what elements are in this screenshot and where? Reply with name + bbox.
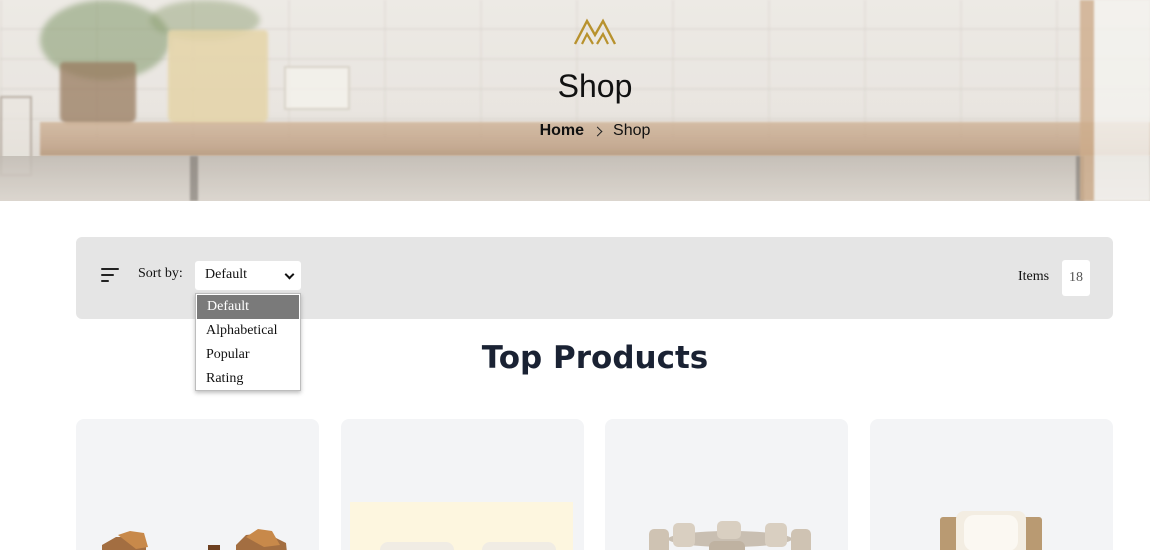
sort-selected-value: Default	[205, 267, 247, 282]
sort-option-default[interactable]: Default	[197, 295, 299, 319]
sort-label: Sort by:	[138, 266, 183, 281]
breadcrumb: Home Shop	[0, 122, 1150, 140]
chevron-right-icon	[592, 126, 603, 136]
sort-option-popular[interactable]: Popular	[196, 343, 300, 367]
product-card[interactable]	[870, 419, 1113, 550]
brand-logo-icon[interactable]	[573, 18, 617, 46]
items-per-page-input[interactable]: 18	[1062, 260, 1090, 296]
product-card[interactable]	[76, 419, 319, 550]
breadcrumb-home-link[interactable]: Home	[540, 122, 584, 140]
sort-option-alphabetical[interactable]: Alphabetical	[196, 319, 300, 343]
section-title: Top Products	[481, 340, 709, 376]
filter-icon[interactable]	[101, 268, 119, 282]
sort-dropdown-menu: Default Alphabetical Popular Rating	[195, 293, 301, 391]
items-label: Items	[1018, 269, 1050, 284]
dining-set-image	[649, 521, 811, 550]
wooden-chairs-image	[102, 529, 287, 550]
product-card[interactable]	[341, 419, 584, 550]
chevron-down-icon	[284, 269, 295, 280]
cushion-chair-image	[940, 511, 1042, 550]
breadcrumb-current: Shop	[613, 122, 651, 139]
product-card[interactable]	[605, 419, 848, 550]
sofa-image	[350, 502, 573, 550]
sort-option-rating[interactable]: Rating	[196, 367, 300, 391]
hero-banner: Shop Home Shop	[0, 0, 1150, 201]
page-title: Shop	[557, 68, 633, 104]
sort-select[interactable]: Default	[195, 261, 301, 290]
